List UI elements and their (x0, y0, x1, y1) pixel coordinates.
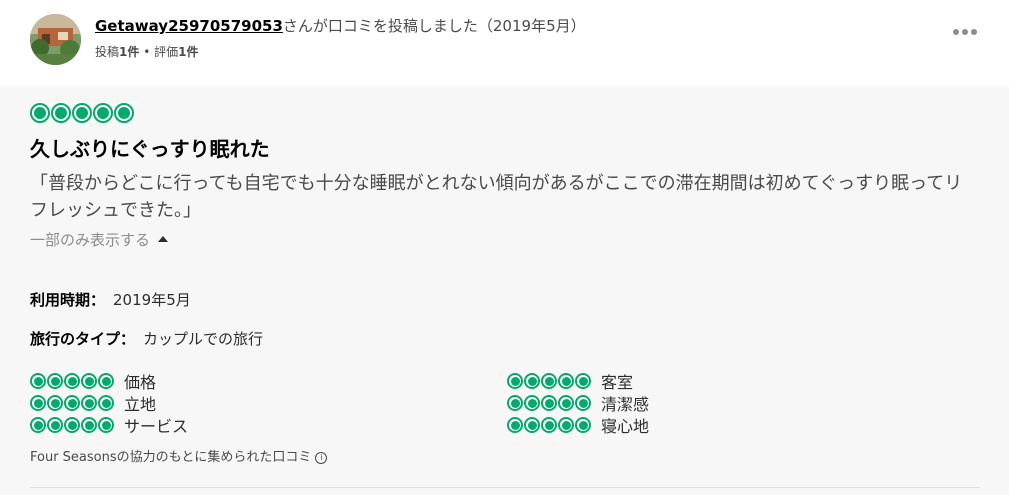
more-options-icon[interactable] (953, 20, 983, 35)
rating-bubble-icon (524, 417, 540, 433)
caret-up-icon (158, 235, 169, 242)
sub-rating-label: 価格 (124, 373, 157, 392)
review-header: Getaway25970579053さんが口コミを投稿しました（2019年5月）… (0, 0, 1009, 86)
sub-rating-bubbles (30, 417, 114, 433)
sub-rating-bubbles (30, 395, 114, 411)
rating-bubble-icon (98, 395, 114, 411)
rating-bubble-icon (47, 395, 63, 411)
rating-bubble-icon (575, 373, 591, 389)
rating-bubble-icon (507, 395, 523, 411)
rating-bubble-icon (524, 395, 540, 411)
rating-bubble-icon (81, 395, 97, 411)
sub-rating-bubbles (30, 373, 114, 389)
posts-label: 投稿 (95, 45, 120, 59)
rating-bubble-icon (47, 417, 63, 433)
rating-bubble-icon (575, 395, 591, 411)
sub-rating-bubbles (507, 395, 591, 411)
posted-text: さんが口コミを投稿しました（2019年5月） (282, 17, 586, 35)
rating-bubble-icon (81, 417, 97, 433)
sub-rating-bubbles (507, 417, 591, 433)
rating-bubble-icon (64, 417, 80, 433)
partner-note: Four Seasonsの協力のもとに集められた口コミ i (30, 446, 328, 465)
review-card: 久しぶりにぐっすり眠れた 「普段からどこに行っても自宅でも十分な睡眠がとれない傾… (0, 86, 1009, 495)
rating-bubble-icon (51, 103, 71, 123)
rating-bubble-icon (30, 103, 50, 123)
divider (30, 487, 980, 488)
info-icon[interactable]: i (315, 451, 328, 464)
sub-rating-label: 清潔感 (601, 395, 650, 414)
rating-bubble-icon (30, 417, 46, 433)
rating-bubble-icon (541, 373, 557, 389)
rating-bubble-icon (575, 417, 591, 433)
sub-rating-cleanliness: 清潔感 (507, 391, 649, 415)
stay-date-label: 利用時期： (30, 291, 106, 309)
stats-separator: • (139, 45, 155, 59)
sub-rating-label: 寝心地 (601, 417, 650, 436)
rating-bubble-icon (507, 373, 523, 389)
rating-bubble-icon (558, 395, 574, 411)
user-line: Getaway25970579053さんが口コミを投稿しました（2019年5月） (95, 15, 586, 36)
rating-bubble-icon (98, 373, 114, 389)
rating-bubble-icon (558, 417, 574, 433)
overall-rating (30, 103, 134, 123)
partner-note-text: Four Seasonsの協力のもとに集められた口コミ (30, 450, 312, 465)
sub-rating-label: サービス (124, 417, 189, 436)
review-title[interactable]: 久しぶりにぐっすり眠れた (30, 133, 270, 162)
trip-type-label: 旅行のタイプ： (30, 330, 136, 348)
rating-bubble-icon (507, 417, 523, 433)
sub-rating-sleep-quality: 寝心地 (507, 413, 649, 437)
trip-type: 旅行のタイプ： カップルでの旅行 (30, 328, 263, 349)
show-less-toggle[interactable]: 一部のみ表示する (30, 229, 169, 250)
rating-bubble-icon (558, 373, 574, 389)
rating-bubble-icon (81, 373, 97, 389)
rating-bubble-icon (541, 417, 557, 433)
rating-bubble-icon (64, 373, 80, 389)
rating-bubble-icon (541, 395, 557, 411)
sub-rating-price: 価格 (30, 369, 156, 393)
rating-bubble-icon (30, 395, 46, 411)
sub-rating-label: 立地 (124, 395, 157, 414)
reviews-label: 評価 (154, 45, 179, 59)
rating-bubble-icon (114, 103, 134, 123)
user-avatar[interactable] (30, 14, 81, 65)
sub-rating-label: 客室 (601, 373, 634, 392)
posts-count: 1件 (119, 45, 140, 59)
sub-rating-service: サービス (30, 413, 188, 437)
rating-bubble-icon (64, 395, 80, 411)
rating-bubble-icon (93, 103, 113, 123)
sub-rating-rooms: 客室 (507, 369, 633, 393)
review-text: 「普段からどこに行っても自宅でも十分な睡眠がとれない傾向があるがここでの滞在期間… (30, 173, 963, 221)
username-link[interactable]: Getaway25970579053 (95, 17, 283, 35)
user-stats: 投稿1件 • 評価1件 (95, 43, 198, 60)
rating-bubble-icon (98, 417, 114, 433)
rating-bubble-icon (47, 373, 63, 389)
rating-bubble-icon (30, 373, 46, 389)
rating-bubble-icon (524, 373, 540, 389)
stay-date: 利用時期： 2019年5月 (30, 289, 191, 310)
rating-bubble-icon (72, 103, 92, 123)
sub-rating-bubbles (507, 373, 591, 389)
stay-date-value: 2019年5月 (113, 291, 191, 309)
toggle-label: 一部のみ表示する (30, 231, 151, 249)
reviews-count: 1件 (178, 45, 199, 59)
trip-type-value: カップルでの旅行 (143, 330, 264, 348)
sub-rating-location: 立地 (30, 391, 156, 415)
